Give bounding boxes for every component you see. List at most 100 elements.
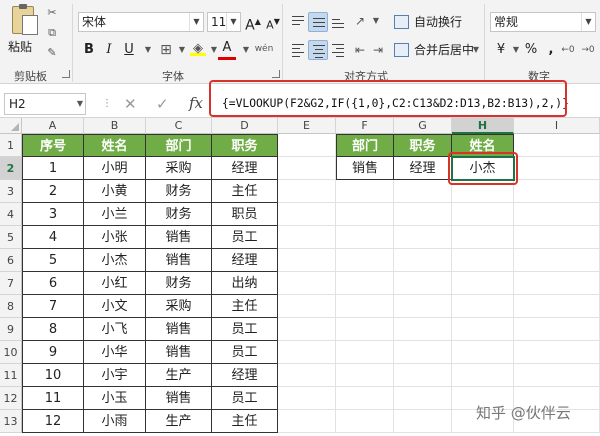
orientation-dropdown-icon[interactable]: ▼ (368, 14, 384, 28)
lookup-criteria-cell[interactable]: 经理 (394, 157, 452, 180)
borders-icon[interactable]: ⊞ (158, 43, 174, 57)
bottom-align-icon[interactable] (328, 12, 348, 32)
column-header-i[interactable]: I (514, 118, 600, 134)
table-cell[interactable]: 小宇 (84, 364, 146, 387)
table-cell[interactable]: 销售 (146, 341, 212, 364)
phonetic-guide-icon[interactable]: wén (252, 42, 276, 56)
grid-cell[interactable] (452, 272, 514, 295)
grid-cell[interactable] (394, 341, 452, 364)
table-cell[interactable]: 小兰 (84, 203, 146, 226)
table-cell[interactable]: 销售 (146, 226, 212, 249)
table-header-cell[interactable]: 姓名 (84, 134, 146, 157)
column-header-g[interactable]: G (394, 118, 452, 134)
grid-cell[interactable] (278, 318, 336, 341)
grid-cell[interactable] (336, 364, 394, 387)
chevron-down-icon[interactable]: ▼ (189, 13, 203, 31)
grid-cell[interactable] (278, 272, 336, 295)
table-cell[interactable]: 9 (22, 341, 84, 364)
row-header[interactable]: 6 (0, 249, 22, 272)
grid-cell[interactable] (452, 249, 514, 272)
clipboard-launcher-icon[interactable] (62, 70, 70, 78)
cancel-icon[interactable]: ✕ (124, 96, 137, 112)
table-cell[interactable]: 小张 (84, 226, 146, 249)
merge-center-button[interactable]: 合并后居中 (392, 40, 474, 60)
table-cell[interactable]: 财务 (146, 203, 212, 226)
grid-cell[interactable] (514, 249, 600, 272)
lookup-result-cell[interactable]: 小杰 (452, 157, 514, 180)
grid-cell[interactable] (278, 134, 336, 157)
number-format-combo[interactable]: 常规 ▼ (490, 12, 596, 32)
table-cell[interactable]: 小杰 (84, 249, 146, 272)
middle-align-icon[interactable] (308, 12, 328, 32)
grid-cell[interactable] (452, 341, 514, 364)
row-header[interactable]: 13 (0, 410, 22, 433)
table-cell[interactable]: 财务 (146, 180, 212, 203)
grid-cell[interactable] (394, 272, 452, 295)
grid-cell[interactable] (452, 295, 514, 318)
grid-cell[interactable] (278, 410, 336, 433)
grid-cell[interactable] (278, 249, 336, 272)
grid-cell[interactable] (336, 387, 394, 410)
row-header[interactable]: 3 (0, 180, 22, 203)
percent-button[interactable]: % (522, 40, 540, 60)
table-cell[interactable]: 主任 (212, 410, 278, 433)
table-cell[interactable]: 12 (22, 410, 84, 433)
table-cell[interactable]: 2 (22, 180, 84, 203)
table-cell[interactable]: 11 (22, 387, 84, 410)
grid-cell[interactable] (514, 295, 600, 318)
name-box[interactable]: H2 ▼ (4, 93, 86, 115)
grid-cell[interactable] (514, 134, 600, 157)
grid-cell[interactable] (452, 318, 514, 341)
comma-style-button[interactable]: , (542, 40, 560, 60)
row-header[interactable]: 12 (0, 387, 22, 410)
table-cell[interactable]: 主任 (212, 295, 278, 318)
table-cell[interactable]: 小雨 (84, 410, 146, 433)
grid-cell[interactable] (336, 410, 394, 433)
decrease-indent-icon[interactable]: ⇤ (352, 43, 368, 57)
increase-indent-icon[interactable]: ⇥ (370, 43, 386, 57)
grid-cell[interactable] (278, 341, 336, 364)
grid-cell[interactable] (278, 295, 336, 318)
grid-cell[interactable] (336, 341, 394, 364)
font-name-combo[interactable]: 宋体 ▼ (78, 12, 204, 32)
chevron-down-icon[interactable]: ▼ (77, 94, 83, 114)
cut-icon[interactable]: ✂ (44, 6, 60, 20)
row-header[interactable]: 1 (0, 134, 22, 157)
grid-cell[interactable] (394, 226, 452, 249)
table-cell[interactable]: 小华 (84, 341, 146, 364)
lookup-header-cell[interactable]: 部门 (336, 134, 394, 157)
borders-dropdown-icon[interactable]: ▼ (174, 43, 190, 57)
table-cell[interactable]: 经理 (212, 364, 278, 387)
grid-cell[interactable] (336, 180, 394, 203)
table-cell[interactable]: 员工 (212, 318, 278, 341)
table-cell[interactable]: 10 (22, 364, 84, 387)
wrap-text-button[interactable]: 自动换行 (392, 12, 462, 32)
grid-cell[interactable] (278, 203, 336, 226)
grid-cell[interactable] (278, 364, 336, 387)
grid-cell[interactable] (278, 387, 336, 410)
underline-dropdown-icon[interactable]: ▼ (140, 43, 156, 57)
orientation-icon[interactable]: ↗ (352, 14, 368, 28)
grid-cell[interactable] (514, 203, 600, 226)
table-cell[interactable]: 销售 (146, 249, 212, 272)
grid-cell[interactable] (514, 226, 600, 249)
grid-cell[interactable] (336, 272, 394, 295)
table-header-cell[interactable]: 序号 (22, 134, 84, 157)
underline-button[interactable]: U (120, 40, 138, 60)
confirm-icon[interactable]: ✓ (156, 96, 169, 112)
row-header[interactable]: 10 (0, 341, 22, 364)
grid-cell[interactable] (394, 364, 452, 387)
grid-cell[interactable] (514, 318, 600, 341)
grid-cell[interactable] (394, 203, 452, 226)
align-center-icon[interactable] (308, 40, 328, 60)
grid-cell[interactable] (452, 180, 514, 203)
row-header[interactable]: 11 (0, 364, 22, 387)
grid-cell[interactable] (452, 226, 514, 249)
table-cell[interactable]: 员工 (212, 341, 278, 364)
grid-cell[interactable] (278, 157, 336, 180)
row-header[interactable]: 2 (0, 157, 22, 180)
table-cell[interactable]: 小文 (84, 295, 146, 318)
table-cell[interactable]: 4 (22, 226, 84, 249)
table-cell[interactable]: 出纳 (212, 272, 278, 295)
table-cell[interactable]: 小飞 (84, 318, 146, 341)
